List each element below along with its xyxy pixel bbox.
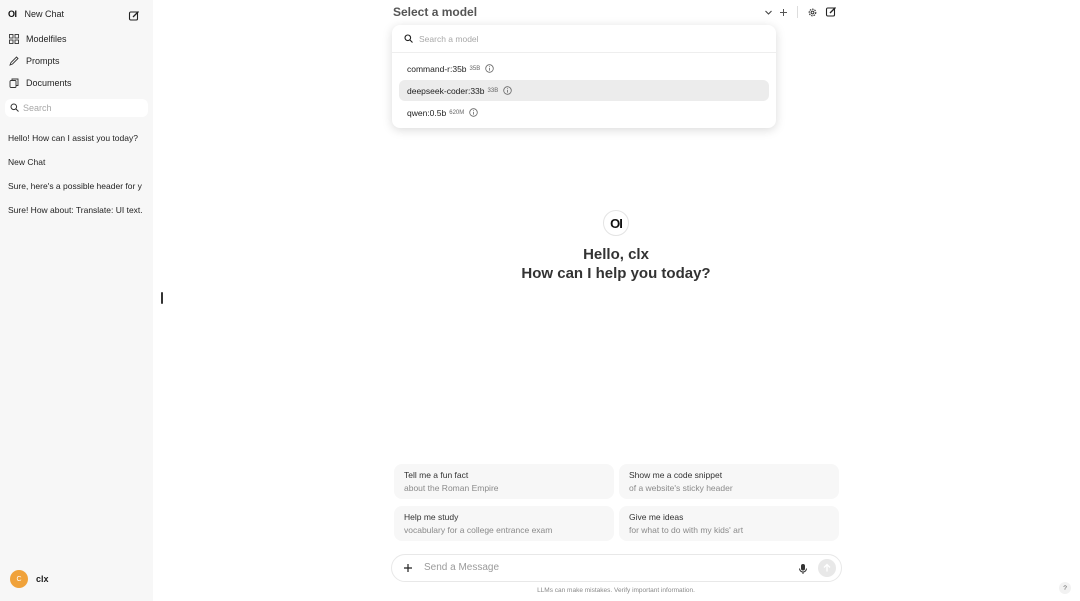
divider bbox=[797, 6, 798, 18]
suggestion-title: Help me study bbox=[404, 512, 459, 522]
chat-history-item[interactable]: Sure! How about: Translate: UI text. bbox=[8, 205, 146, 215]
sidebar-item-label: Documents bbox=[26, 78, 72, 88]
search-input[interactable] bbox=[23, 103, 133, 113]
greeting-title: Hello, clx bbox=[583, 246, 649, 263]
sidebar-item-documents[interactable]: Documents bbox=[8, 77, 72, 89]
model-option[interactable]: qwen:0.5b 620M bbox=[399, 102, 769, 123]
info-icon[interactable] bbox=[485, 64, 494, 73]
chat-history-item[interactable]: Sure, here's a possible header for y bbox=[8, 181, 146, 191]
sidebar-toggle-handle[interactable] bbox=[161, 292, 163, 304]
plus-icon[interactable] bbox=[402, 562, 414, 574]
suggestion-subtitle: for what to do with my kids' art bbox=[629, 525, 744, 535]
disclaimer: LLMs can make mistakes. Verify important… bbox=[537, 587, 695, 594]
new-chat-label: New Chat bbox=[24, 9, 65, 19]
grid-icon bbox=[8, 33, 20, 45]
help-button[interactable]: ? bbox=[1059, 582, 1071, 594]
model-size: 620M bbox=[449, 109, 465, 116]
model-option[interactable]: deepseek-coder:33b 33B bbox=[399, 80, 769, 101]
chevron-down-icon[interactable] bbox=[762, 6, 774, 18]
suggestion-title: Tell me a fun fact bbox=[404, 470, 469, 480]
sidebar-item-prompts[interactable]: Prompts bbox=[8, 55, 60, 67]
model-name: qwen:0.5b bbox=[407, 107, 447, 118]
compose-icon[interactable] bbox=[825, 6, 837, 18]
model-size: 33B bbox=[487, 87, 499, 94]
sidebar-search bbox=[5, 99, 148, 117]
microphone-icon[interactable] bbox=[797, 562, 809, 574]
center-logo: OI bbox=[603, 210, 629, 236]
chat-history-item[interactable]: Hello! How can I assist you today? bbox=[8, 133, 146, 143]
model-size: 35B bbox=[469, 65, 481, 72]
sidebar-item-label: Modelfiles bbox=[26, 34, 67, 44]
sidebar-item-modelfiles[interactable]: Modelfiles bbox=[8, 33, 67, 45]
user-name: clx bbox=[36, 574, 49, 584]
suggestion-subtitle: vocabulary for a college entrance exam bbox=[404, 525, 553, 535]
sidebar: OI New Chat Modelfiles Prompts Documents… bbox=[0, 0, 153, 601]
compose-icon[interactable] bbox=[128, 9, 140, 21]
search-icon bbox=[10, 99, 19, 117]
gear-icon[interactable] bbox=[806, 6, 818, 18]
model-search-input[interactable] bbox=[419, 33, 719, 44]
info-icon[interactable] bbox=[503, 86, 512, 95]
search-icon bbox=[404, 30, 413, 48]
sidebar-item-label: Prompts bbox=[26, 56, 60, 66]
message-input[interactable] bbox=[424, 562, 784, 573]
message-bar bbox=[391, 554, 842, 582]
arrow-up-icon bbox=[823, 563, 831, 572]
model-name: command-r:35b bbox=[407, 63, 467, 74]
suggestion-card[interactable]: Give me ideas for what to do with my kid… bbox=[619, 506, 839, 541]
suggestion-title: Show me a code snippet bbox=[629, 470, 723, 480]
suggestion-subtitle: about the Roman Empire bbox=[404, 483, 499, 493]
documents-icon bbox=[8, 77, 20, 89]
suggestion-card[interactable]: Help me study vocabulary for a college e… bbox=[394, 506, 614, 541]
user-menu[interactable]: C clx bbox=[10, 570, 49, 588]
new-chat-button[interactable]: OI New Chat bbox=[8, 9, 64, 19]
model-selector[interactable]: Select a model bbox=[393, 5, 477, 19]
model-name: deepseek-coder:33b bbox=[407, 85, 485, 96]
model-search bbox=[392, 25, 776, 53]
suggestion-card[interactable]: Show me a code snippet of a website's st… bbox=[619, 464, 839, 499]
add-model-icon[interactable] bbox=[777, 6, 789, 18]
pencil-icon bbox=[8, 55, 20, 67]
avatar: C bbox=[10, 570, 28, 588]
model-option[interactable]: command-r:35b 35B bbox=[399, 58, 769, 79]
send-button[interactable] bbox=[818, 559, 836, 577]
suggestion-subtitle: of a website's sticky header bbox=[629, 483, 733, 493]
chat-history-item[interactable]: New Chat bbox=[8, 157, 146, 167]
suggestion-card[interactable]: Tell me a fun fact about the Roman Empir… bbox=[394, 464, 614, 499]
app-logo: OI bbox=[8, 9, 17, 19]
greeting-subtitle: How can I help you today? bbox=[521, 265, 711, 282]
info-icon[interactable] bbox=[469, 108, 478, 117]
suggestion-title: Give me ideas bbox=[629, 512, 684, 522]
model-dropdown: command-r:35b 35B deepseek-coder:33b 33B… bbox=[392, 25, 776, 128]
